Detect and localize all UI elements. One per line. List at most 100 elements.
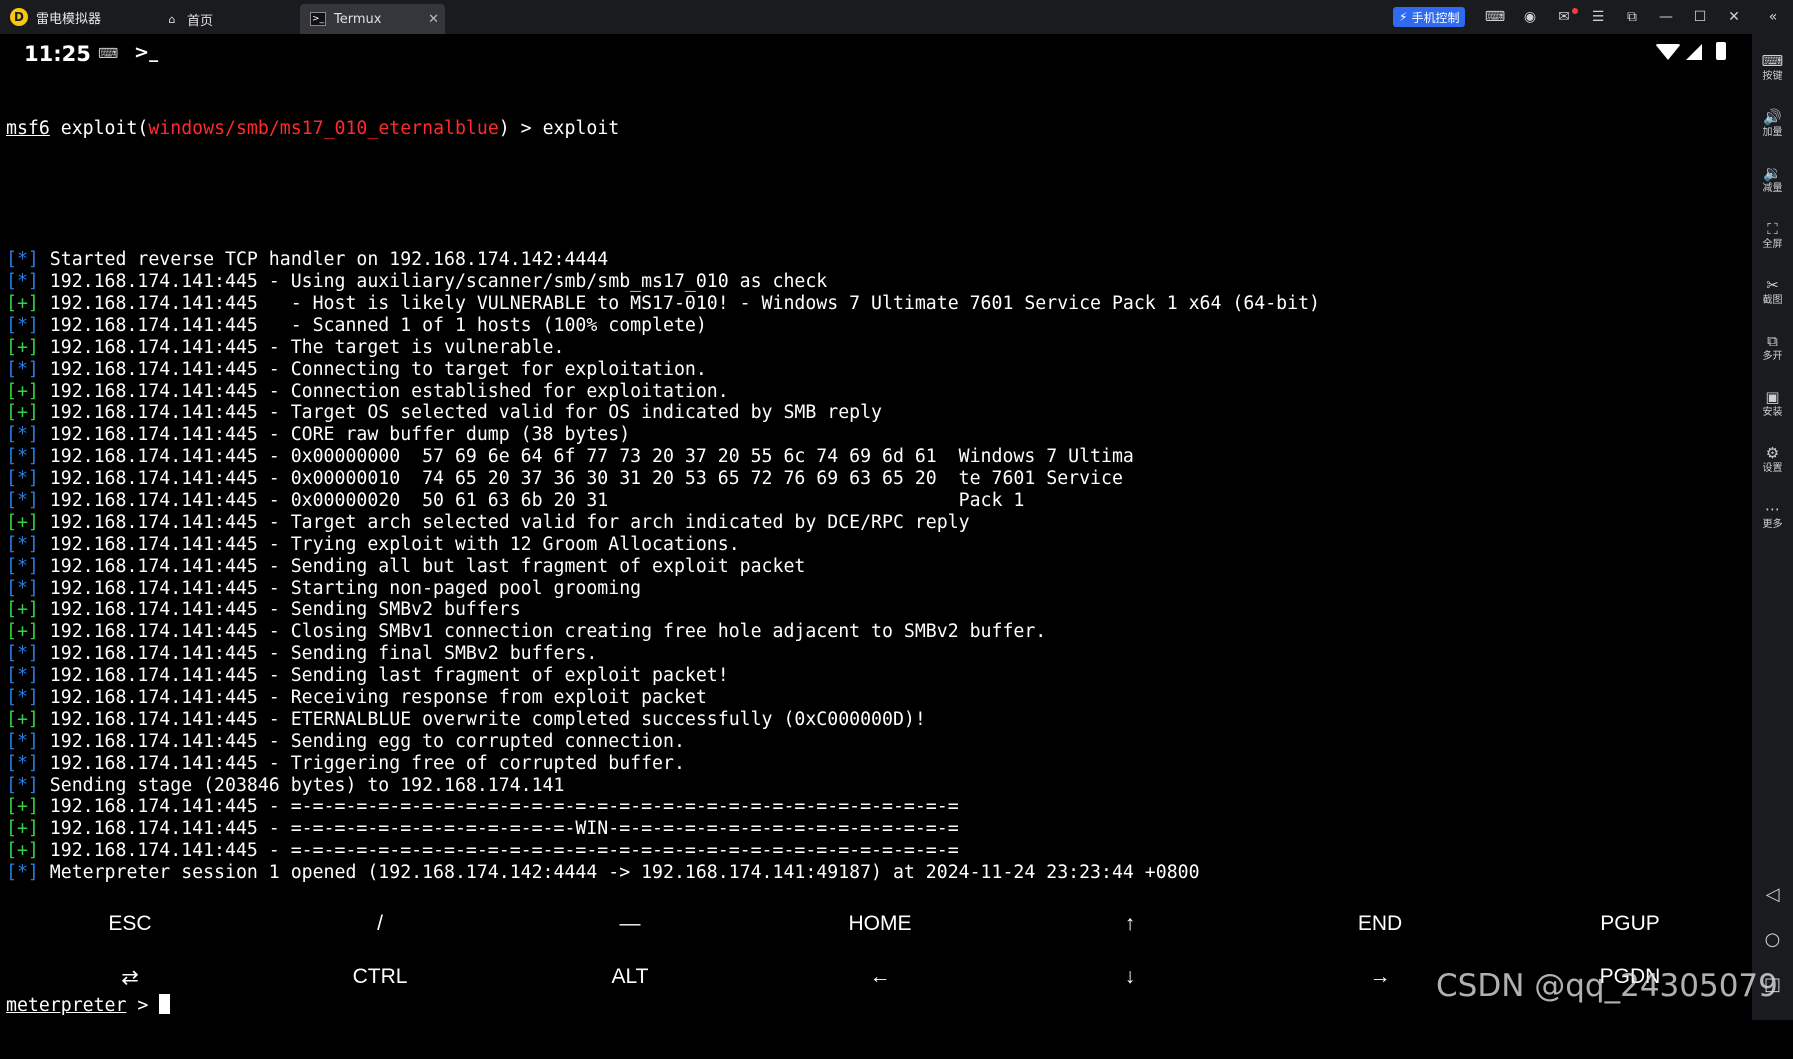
emulator-title-bar: D 雷电模拟器 ⌂ 首页 >_ Termux ✕ ⚡ 手机控制 ⌨ ◉ ✉ ☰ … bbox=[0, 0, 1793, 34]
terminal-line: [+] 192.168.174.141:445 - =-=-=-=-=-=-=-… bbox=[6, 818, 1746, 840]
extra-key-ctrl[interactable]: CTRL bbox=[255, 947, 505, 1007]
sidebar-item-label: 加量 bbox=[1762, 127, 1783, 138]
info-tag: [*] bbox=[6, 314, 39, 336]
info-tag: [*] bbox=[6, 533, 39, 555]
restore-window-icon[interactable]: ⧉ bbox=[1621, 6, 1643, 28]
extra-key-tab[interactable]: ⇄ bbox=[5, 947, 255, 1007]
terminal-line-text: 192.168.174.141:445 - Target OS selected… bbox=[38, 402, 882, 424]
extra-key-dash[interactable]: — bbox=[505, 894, 755, 954]
tab-termux[interactable]: >_ Termux ✕ bbox=[300, 4, 445, 34]
emulator-brand: D 雷电模拟器 bbox=[10, 0, 101, 34]
terminal-line: [*] 192.168.174.141:445 - Sending all bu… bbox=[6, 556, 1746, 578]
terminal-line-text: 192.168.174.141:445 - Sending final SMBv… bbox=[38, 643, 598, 665]
extra-key-down[interactable]: ↓ bbox=[1005, 947, 1255, 1007]
extra-key-slash[interactable]: / bbox=[255, 894, 505, 954]
terminal-line: [+] 192.168.174.141:445 - =-=-=-=-=-=-=-… bbox=[6, 796, 1746, 818]
sidebar-item-volume-up[interactable]: 🔊 加量 bbox=[1752, 100, 1793, 148]
user-icon[interactable]: ◉ bbox=[1519, 6, 1541, 28]
close-window-icon[interactable]: ✕ bbox=[1723, 6, 1745, 28]
battery-icon bbox=[1716, 42, 1726, 60]
tab-close-icon[interactable]: ✕ bbox=[428, 12, 439, 27]
keyboard-icon: ⌨ bbox=[1761, 52, 1784, 70]
status-clock: 11:25 bbox=[24, 42, 91, 66]
android-screen: 11:25 ⌨ >_ msf6 exploit(windows/smb/ms17… bbox=[0, 34, 1752, 1020]
info-tag: [*] bbox=[6, 577, 39, 599]
multi-instance-icon: ⧉ bbox=[1767, 332, 1778, 350]
extra-key-esc[interactable]: ESC bbox=[5, 894, 255, 954]
success-tag: [+] bbox=[6, 599, 39, 621]
info-tag: [*] bbox=[6, 358, 39, 380]
apk-install-icon: ▣ bbox=[1765, 388, 1780, 406]
terminal-line: [*] 192.168.174.141:445 - Triggering fre… bbox=[6, 753, 1746, 775]
terminal-line-text: 192.168.174.141:445 - Sending SMBv2 buff… bbox=[38, 599, 521, 621]
terminal-line: [*] Started reverse TCP handler on 192.1… bbox=[6, 249, 1746, 271]
info-tag: [*] bbox=[6, 730, 39, 752]
info-tag: [*] bbox=[6, 490, 39, 512]
maximize-icon[interactable]: ☐ bbox=[1689, 6, 1711, 28]
sidebar-item-scissors[interactable]: ✂ 截图 bbox=[1752, 268, 1793, 316]
terminal-line-text: 192.168.174.141:445 - 0x00000000 57 69 6… bbox=[38, 446, 1134, 468]
emulator-logo-icon: D bbox=[10, 8, 28, 26]
extra-key-left[interactable]: ← bbox=[755, 947, 1005, 1007]
module-name: windows/smb/ms17_010_eternalblue bbox=[148, 117, 499, 139]
terminal-line: [+] 192.168.174.141:445 - The target is … bbox=[6, 337, 1746, 359]
terminal-line-text: 192.168.174.141:445 - Receiving response… bbox=[38, 687, 707, 709]
terminal-line: [*] 192.168.174.141:445 - 0x00000010 74 … bbox=[6, 468, 1746, 490]
extra-key-home[interactable]: HOME bbox=[755, 894, 1005, 954]
extra-key-up[interactable]: ↑ bbox=[1005, 894, 1255, 954]
volume-up-icon: 🔊 bbox=[1763, 108, 1782, 126]
terminal-line-text: 192.168.174.141:445 - Starting non-paged… bbox=[38, 577, 642, 599]
home-icon: ⌂ bbox=[168, 12, 176, 26]
terminal-icon: >_ bbox=[310, 12, 326, 26]
sidebar-item-label: 按键 bbox=[1762, 71, 1783, 82]
terminal-line: [+] 192.168.174.141:445 - Target arch se… bbox=[6, 512, 1746, 534]
sidebar-item-multi-instance[interactable]: ⧉ 多开 bbox=[1752, 324, 1793, 372]
terminal-line: [*] 192.168.174.141:445 - Using auxiliar… bbox=[6, 271, 1746, 293]
sidebar-item-apk-install[interactable]: ▣ 安装 bbox=[1752, 380, 1793, 428]
terminal-line: [+] 192.168.174.141:445 - Target OS sele… bbox=[6, 402, 1746, 424]
terminal-line: [*] 192.168.174.141:445 - Sending egg to… bbox=[6, 731, 1746, 753]
extra-key-end[interactable]: END bbox=[1255, 894, 1505, 954]
terminal-line-text: 192.168.174.141:445 - Target arch select… bbox=[38, 511, 970, 533]
terminal-line: [*] 192.168.174.141:445 - Scanned 1 of 1… bbox=[6, 315, 1746, 337]
sidebar-item-volume-down[interactable]: 🔉 减量 bbox=[1752, 156, 1793, 204]
gamepad-icon[interactable]: ⌨ bbox=[1484, 6, 1506, 28]
collapse-sidebar-icon[interactable]: « bbox=[1762, 6, 1784, 28]
terminal-line: [+] 192.168.174.141:445 - ETERNALBLUE ov… bbox=[6, 709, 1746, 731]
success-tag: [+] bbox=[6, 293, 39, 314]
info-tag: [*] bbox=[6, 862, 39, 884]
terminal-line-text: 192.168.174.141:445 - 0x00000010 74 65 2… bbox=[38, 468, 1123, 490]
sidebar-item-keyboard[interactable]: ⌨ 按键 bbox=[1752, 44, 1793, 92]
sidebar-item-more[interactable]: ⋯ 更多 bbox=[1752, 492, 1793, 540]
terminal-line: [*] 192.168.174.141:445 - Starting non-p… bbox=[6, 578, 1746, 600]
keyboard-notification-icon: ⌨ bbox=[98, 46, 119, 62]
sidebar-item-label: 多开 bbox=[1762, 351, 1783, 362]
extra-key-pgup[interactable]: PGUP bbox=[1505, 894, 1755, 954]
terminal-line: [+] 192.168.174.141:445 - =-=-=-=-=-=-=-… bbox=[6, 840, 1746, 862]
msf-prompt: msf6 bbox=[6, 117, 50, 139]
phone-control-button[interactable]: ⚡ 手机控制 bbox=[1393, 7, 1466, 27]
tab-home[interactable]: ⌂ 首页 bbox=[155, 4, 295, 34]
terminal-line: [*] Meterpreter session 1 opened (192.16… bbox=[6, 862, 1746, 884]
terminal-command-line: msf6 exploit(windows/smb/ms17_010_eterna… bbox=[6, 118, 1746, 140]
terminal-line: [+] 192.168.174.141:445 - Sending SMBv2 … bbox=[6, 599, 1746, 621]
terminal-line-text: 192.168.174.141:445 - ETERNALBLUE overwr… bbox=[38, 708, 926, 730]
terminal-line: [*] 192.168.174.141:445 - Sending last f… bbox=[6, 665, 1746, 687]
back-icon[interactable]: ◁ bbox=[1752, 879, 1793, 909]
sidebar-item-fullscreen[interactable]: ⛶ 全屏 bbox=[1752, 212, 1793, 260]
sidebar-item-settings[interactable]: ⚙ 设置 bbox=[1752, 436, 1793, 484]
sidebar-item-label: 更多 bbox=[1762, 519, 1783, 530]
info-tag: [*] bbox=[6, 468, 39, 490]
minimize-icon[interactable]: — bbox=[1655, 6, 1677, 28]
terminal-line: [+] 192.168.174.141:445 - Closing SMBv1 … bbox=[6, 621, 1746, 643]
success-tag: [+] bbox=[6, 402, 39, 424]
terminal-line-text: 192.168.174.141:445 - The target is vuln… bbox=[38, 336, 565, 358]
log-lines: [*] Started reverse TCP handler on 192.1… bbox=[6, 249, 1746, 884]
home-nav-icon[interactable]: ○ bbox=[1752, 924, 1793, 954]
phone-control-label: 手机控制 bbox=[1411, 10, 1460, 25]
success-tag: [+] bbox=[6, 840, 39, 862]
menu-icon[interactable]: ☰ bbox=[1587, 6, 1609, 28]
terminal-line-text: 192.168.174.141:445 - Connection establi… bbox=[38, 380, 729, 402]
terminal-line-text: 192.168.174.141:445 - Triggering free of… bbox=[38, 752, 685, 774]
extra-key-alt[interactable]: ALT bbox=[505, 947, 755, 1007]
